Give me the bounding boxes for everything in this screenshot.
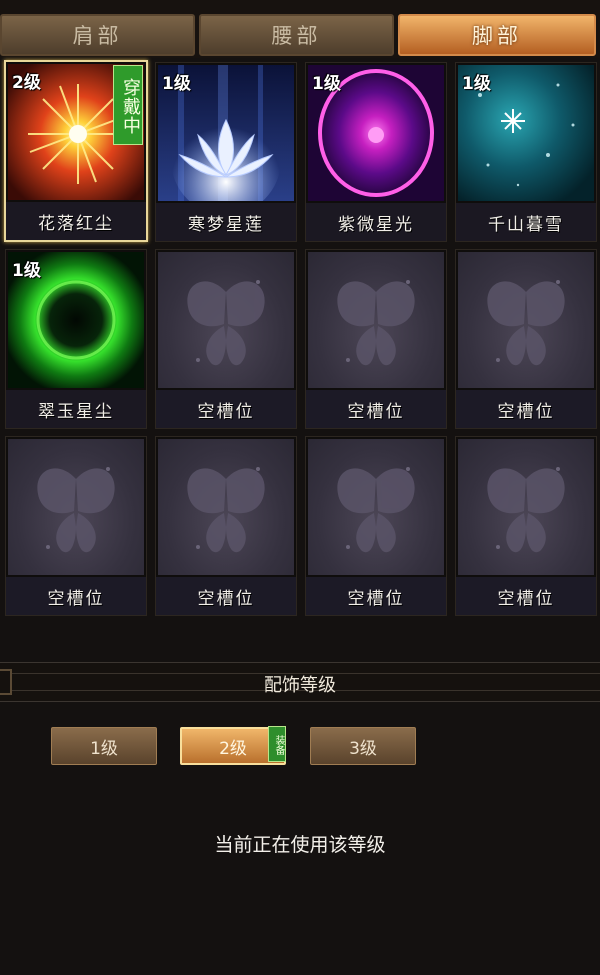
level-1-button[interactable]: 1级: [51, 727, 157, 765]
empty-slot[interactable]: 空槽位: [305, 249, 447, 429]
slot-name: 翠玉星尘: [6, 390, 146, 428]
empty-slot[interactable]: 空槽位: [455, 436, 597, 616]
slot-name: 空槽位: [456, 577, 596, 615]
accessory-tab-bar: 肩部 腰部 脚部: [0, 0, 600, 58]
tab-foot[interactable]: 脚部: [398, 14, 596, 56]
section-title: 配饰等级: [264, 675, 336, 696]
butterfly-icon: [308, 439, 444, 575]
slot-name: 花落红尘: [6, 202, 146, 240]
butterfly-icon: [158, 439, 294, 575]
butterfly-icon: [8, 439, 144, 575]
wearing-badge: 穿戴中: [113, 65, 143, 145]
empty-slot[interactable]: 空槽位: [155, 249, 297, 429]
level-label: 1级: [312, 74, 341, 94]
slot-name: 寒梦星莲: [156, 203, 296, 241]
empty-slot[interactable]: 空槽位: [455, 249, 597, 429]
butterfly-icon: [458, 439, 594, 575]
slot-card[interactable]: 1级 寒梦星莲: [155, 62, 297, 242]
level-3-button[interactable]: 3级: [310, 727, 416, 765]
slot-card[interactable]: 1级 紫微星光: [305, 62, 447, 242]
slot-name: 千山暮雪: [456, 203, 596, 241]
butterfly-icon: [458, 252, 594, 388]
level-label: 1级: [162, 74, 191, 94]
empty-slot[interactable]: 空槽位: [305, 436, 447, 616]
slot-card[interactable]: 2级 穿戴中 花落红尘: [4, 60, 148, 242]
slot-name: 空槽位: [306, 577, 446, 615]
level-label: 1级: [12, 261, 41, 281]
slot-card[interactable]: 1级 翠玉星尘: [5, 249, 147, 429]
section-header: 配饰等级: [0, 662, 600, 702]
butterfly-icon: [158, 252, 294, 388]
slot-name: 空槽位: [456, 390, 596, 428]
tab-shoulder[interactable]: 肩部: [0, 14, 195, 56]
empty-slot[interactable]: 空槽位: [5, 436, 147, 616]
slot-name: 空槽位: [306, 390, 446, 428]
slot-card[interactable]: 1级 千山暮雪: [455, 62, 597, 242]
tab-waist[interactable]: 腰部: [199, 14, 394, 56]
status-text: 当前正在使用该等级: [214, 834, 386, 856]
equip-badge: 装备: [268, 726, 286, 762]
slot-name: 空槽位: [156, 577, 296, 615]
level-label: 2级: [12, 73, 41, 93]
slot-name: 空槽位: [156, 390, 296, 428]
butterfly-icon: [308, 252, 444, 388]
level-label: 1级: [462, 74, 491, 94]
slot-name: 紫微星光: [306, 203, 446, 241]
empty-slot[interactable]: 空槽位: [155, 436, 297, 616]
slot-name: 空槽位: [6, 577, 146, 615]
